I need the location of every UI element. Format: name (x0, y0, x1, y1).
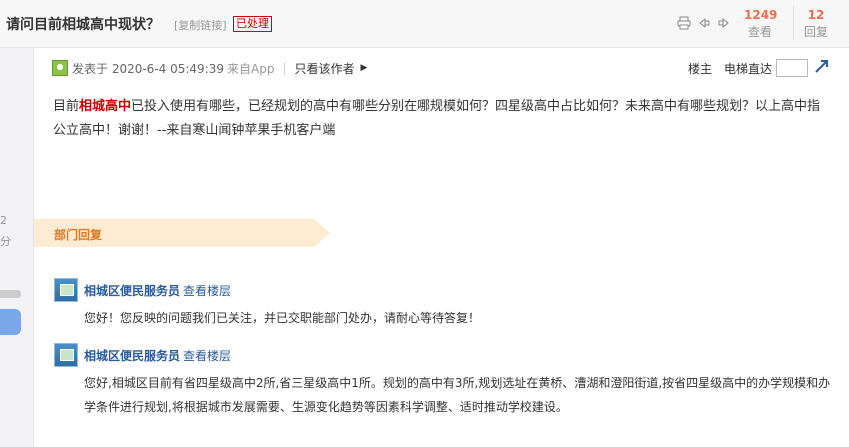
play-arrow-icon: ▶ (360, 63, 368, 73)
views-label: 查看 (747, 25, 772, 39)
print-icon[interactable] (677, 16, 691, 30)
floor-area: 楼主 电梯直达 (688, 58, 830, 78)
post-body: 目前相城高中已投入使用有哪些，已经规划的高中有哪些分别在哪规模如何？四星级高中占… (53, 95, 833, 143)
reply-author[interactable]: 相城区便民服务员 (84, 282, 180, 299)
post-meta: 发表于 2020-6-4 05:49:39 来自App | 只看该作者 ▶ (52, 58, 367, 78)
jump-go-icon[interactable] (814, 58, 830, 78)
views-stat: 1249 查看 (744, 7, 778, 41)
reply-author[interactable]: 相城区便民服务员 (84, 347, 180, 364)
post-icon (52, 60, 68, 76)
reply-content: 您好！您反映的问题我们已关注，并已交职能部门处办，请耐心等待答复！ (84, 311, 481, 325)
replies-stat: 12 回复 (802, 7, 830, 41)
sidebar-button[interactable] (0, 309, 21, 335)
sidebar-progress (0, 290, 21, 298)
replies-label: 回复 (803, 25, 828, 39)
sidebar-unit: 分 (0, 235, 11, 248)
avatar[interactable] (54, 278, 78, 302)
body-highlight[interactable]: 相城高中 (79, 99, 131, 114)
view-floor-link[interactable]: 查看楼层 (183, 282, 231, 299)
thread-title: 请问目前相城高中现状？ (6, 17, 160, 33)
floor-label: 楼主 (688, 61, 713, 76)
copy-link-button[interactable]: [复制链接] (174, 17, 227, 33)
post-source: 来自App (227, 61, 275, 76)
jump-input[interactable] (776, 59, 809, 77)
body-text: 已投入使用有哪些，已经规划的高中有哪些分别在哪规模如何？四星级高中占比如何？未来… (53, 99, 821, 138)
prev-icon[interactable] (697, 16, 711, 30)
views-count: 1249 (744, 8, 778, 22)
sidebar-number: 2 (0, 214, 7, 227)
body-prefix: 目前 (53, 99, 80, 114)
jump-label: 电梯直达 (724, 61, 773, 76)
author-only-link[interactable]: 只看该作者 (295, 60, 355, 77)
avatar[interactable] (54, 343, 78, 367)
next-icon[interactable] (717, 16, 731, 30)
department-label: 部门回复 (54, 228, 103, 242)
thread-tools (677, 16, 731, 30)
meta-separator: | (282, 61, 287, 75)
thread-header: 请问目前相城高中现状？ [复制链接] 已处理 1249 查看 12 回复 (0, 0, 849, 48)
status-badge: 已处理 (233, 16, 272, 32)
reply-content: 您好,相城区目前有省四星级高中2所,省三星级高中1所。规划的高中有3所,规划选址… (84, 376, 831, 414)
post-date: 发表于 2020-6-4 05:49:39 (72, 61, 224, 76)
replies-count: 12 (807, 8, 825, 22)
stat-divider (793, 6, 794, 40)
view-floor-link[interactable]: 查看楼层 (183, 347, 231, 364)
